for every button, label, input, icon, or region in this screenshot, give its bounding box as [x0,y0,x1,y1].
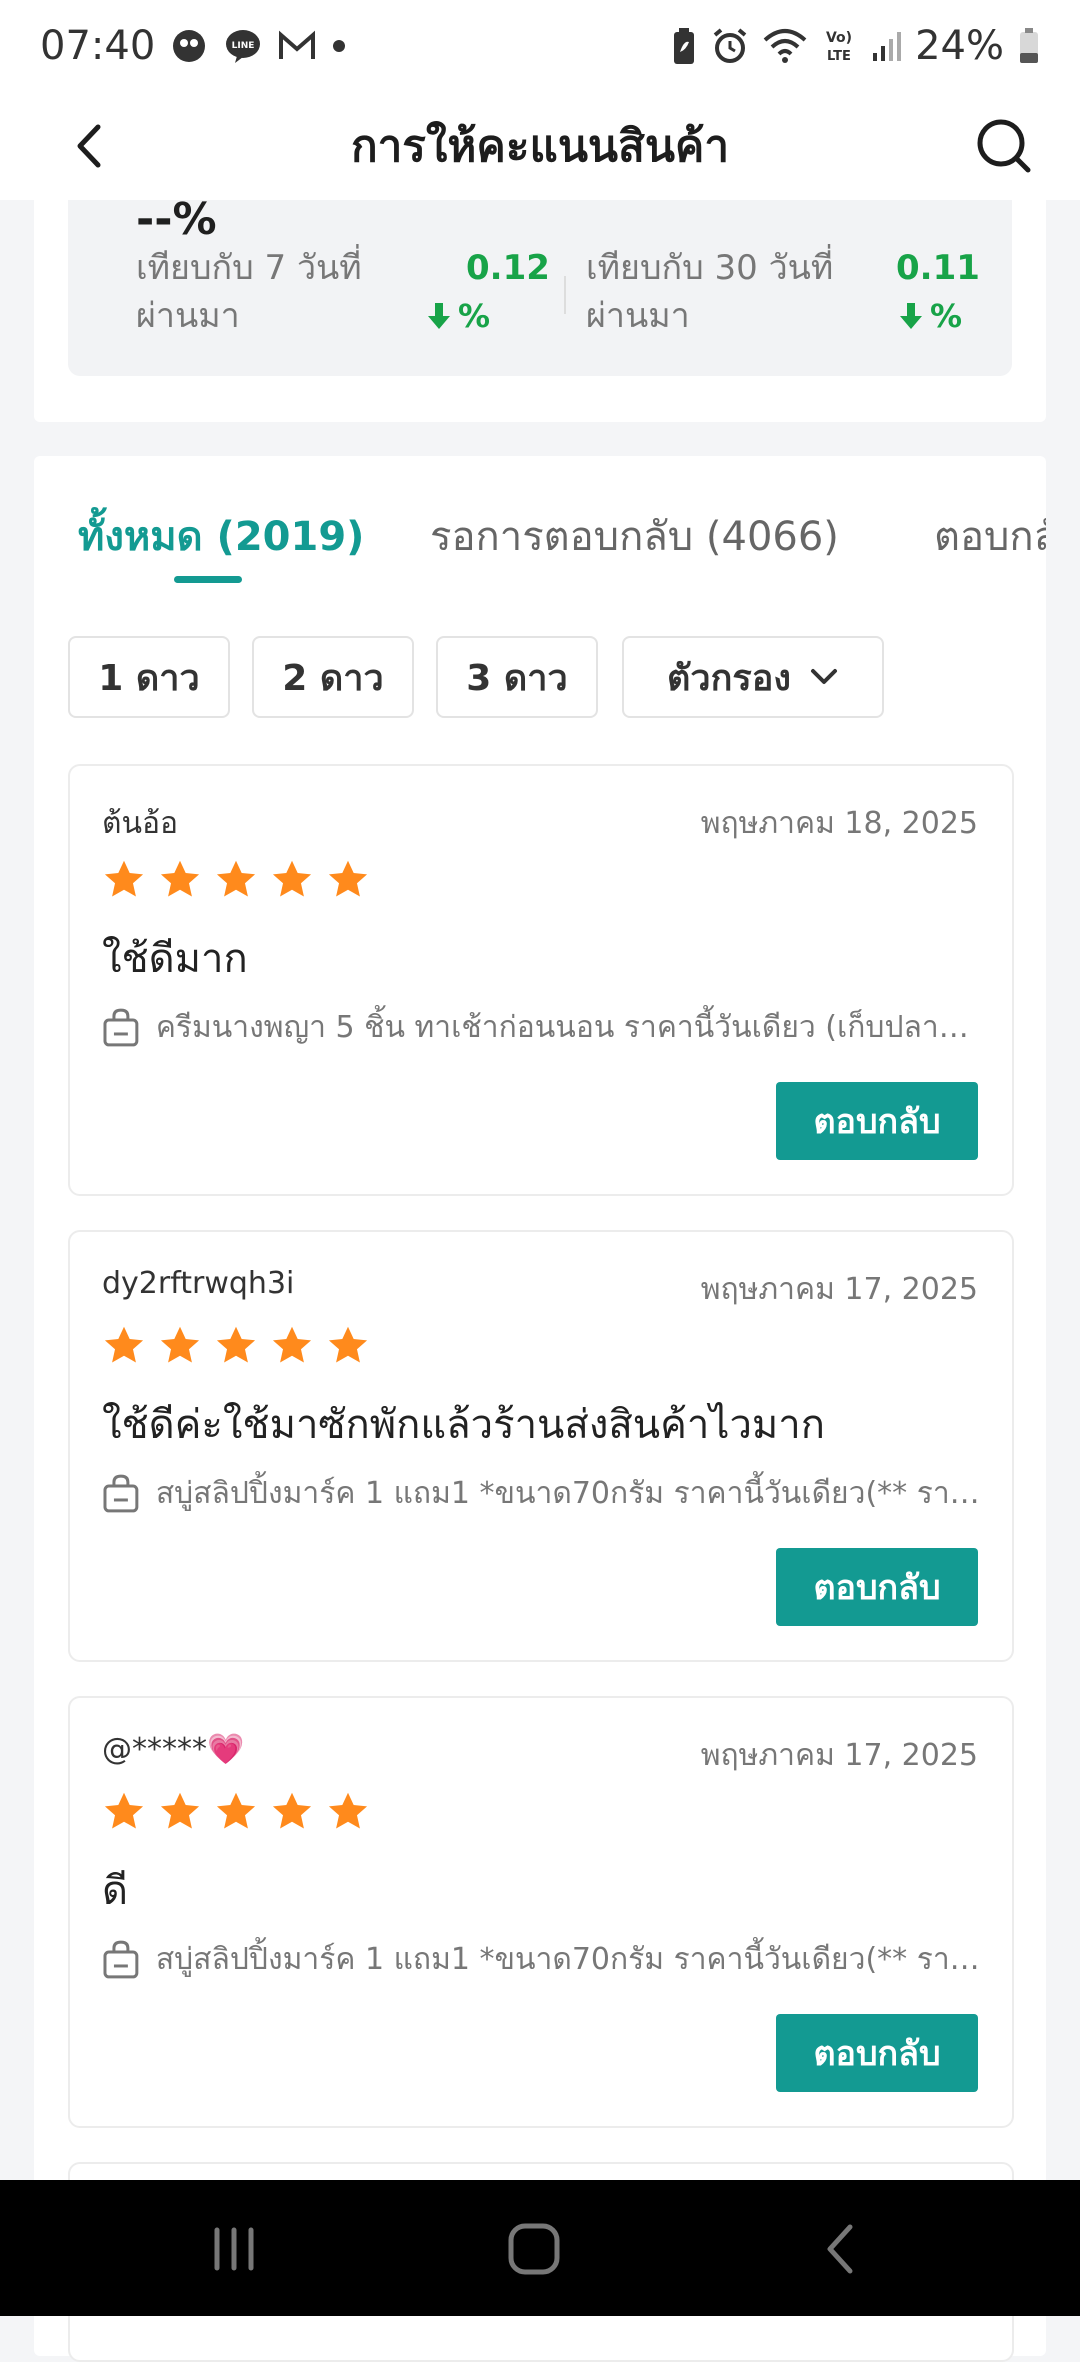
star-icon [160,1326,200,1363]
alarm-icon [711,27,749,65]
compare-7-unit: % [458,297,491,335]
review-product-name: สบู่สลิปปิ้งมาร์ค 1 แถม1 *ขนาด70กรัม ราค… [155,1942,982,1977]
filter-2-star[interactable]: 2 ดาว [252,636,414,718]
dot-icon [331,38,347,54]
star-icon [160,860,200,897]
arrow-down-icon [428,303,450,329]
game-app-icon [169,26,209,66]
star-icon [328,1792,368,1829]
star-icon [104,860,144,897]
recent-apps-button[interactable] [194,2214,274,2284]
filter-dropdown[interactable]: ตัวกรอง [622,636,884,718]
status-bar: 07:40 LINE Vo) LTE 24% [0,0,1080,92]
wifi-icon [763,28,807,64]
review-text: ใช้ดีมาก [102,936,248,982]
compare-7-value: 0.12 [466,248,550,288]
page-title: การให้คะแนนสินค้า [350,121,730,172]
filter-3-star[interactable]: 3 ดาว [436,636,598,718]
filter-1-star[interactable]: 1 ดาว [68,636,230,718]
review-text: ใช้ดีค่ะใช้มาซักพักแล้วร้านส่งสินค้าไวมา… [102,1402,825,1448]
review-product-name: สบู่สลิปปิ้งมาร์ค 1 แถม1 *ขนาด70กรัม ราค… [155,1476,982,1511]
review-card: ต้นอ้อ พฤษภาคม 18, 2025 ใช้ดีมาก ครีมนาง… [68,764,1014,1196]
compare-7-days: เทียบกับ 7 วันที่ผ่านมา 0.12 % [136,244,556,340]
review-product-name: ครีมนางพญา 5 ชิ้น ทาเช้าก่อนนอน ราคานี้ว… [155,1010,982,1045]
overall-rate: --% [136,194,217,245]
app-bar: การให้คะแนนสินค้า [0,92,1080,200]
compare-30-days: เทียบกับ 30 วันที่ผ่านมา 0.11 % [586,244,1006,340]
volte-icon: Vo) LTE [821,26,857,66]
star-icon [216,860,256,897]
review-stars [102,1790,370,1834]
review-card: @*****💗 พฤษภาคม 17, 2025 ดี สบู่สลิปปิ้ง… [68,1696,1014,2128]
battery-icon [1018,27,1040,65]
svg-text:Vo): Vo) [826,30,852,46]
home-icon [508,2223,560,2275]
battery-saver-icon [671,26,697,66]
review-product[interactable]: สบู่สลิปปิ้งมาร์ค 1 แถม1 *ขนาด70กรัม ราค… [102,1936,982,1983]
chevron-down-icon [810,669,837,684]
star-icon [160,1792,200,1829]
review-date: พฤษภาคม 17, 2025 [700,1738,978,1773]
arrow-down-icon [900,303,922,329]
review-product[interactable]: สบู่สลิปปิ้งมาร์ค 1 แถม1 *ขนาด70กรัม ราค… [102,1470,982,1517]
chevron-left-icon [77,124,101,168]
compare-7-label: เทียบกับ 7 วันที่ผ่านมา [136,248,362,336]
shopping-bag-icon [103,1474,139,1512]
compare-30-label: เทียบกับ 30 วันที่ผ่านมา [586,248,834,336]
line-icon: LINE [223,26,263,66]
review-text: ดี [102,1868,128,1914]
back-button[interactable] [58,114,122,178]
review-stars [102,858,370,902]
compare-30-unit: % [930,297,963,335]
rating-metrics: --% เทียบกับ 7 วันที่ผ่านมา 0.12 % เทียบ… [68,194,1012,376]
svg-text:LINE: LINE [232,41,255,51]
tab-all[interactable]: ทั้งหมด (2019) [78,504,364,568]
signal-icon [871,29,902,63]
star-icon [272,1792,312,1829]
review-stars [102,1324,370,1368]
active-tab-indicator [174,576,242,583]
star-icon [104,1792,144,1829]
search-icon [977,119,1031,173]
shopping-bag-icon [103,1008,139,1046]
battery-percent: 24% [915,23,1004,69]
search-button[interactable] [968,110,1040,182]
reviews-card: ทั้งหมด (2019) รอการตอบกลับ (4066) ตอบกล… [34,456,1046,2362]
reply-button[interactable]: ตอบกลับ [776,1548,978,1626]
compare-30-value: 0.11 [896,248,980,288]
back-nav-button[interactable] [800,2214,880,2284]
star-icon [272,860,312,897]
home-button[interactable] [494,2214,574,2284]
metric-divider [564,276,566,314]
review-author: dy2rftrwqh3i [102,1266,295,1301]
filter-dropdown-label: ตัวกรอง [667,657,791,699]
review-tabs: ทั้งหมด (2019) รอการตอบกลับ (4066) ตอบกล… [34,456,1046,596]
review-product[interactable]: ครีมนางพญา 5 ชิ้น ทาเช้าก่อนนอน ราคานี้ว… [102,1004,982,1051]
compare-7-trend: % [426,292,490,340]
recent-apps-icon [214,2227,254,2271]
star-icon [328,1326,368,1363]
star-icon [216,1326,256,1363]
system-nav-bar [0,2180,1080,2316]
rating-summary-card: --% เทียบกับ 7 วันที่ผ่านมา 0.12 % เทียบ… [34,194,1046,422]
shopping-bag-icon [103,1940,139,1978]
review-date: พฤษภาคม 18, 2025 [700,806,978,841]
status-time: 07:40 [40,23,156,69]
tab-replied[interactable]: ตอบกลับแล้ว [934,504,1046,568]
star-icon [272,1326,312,1363]
review-card: dy2rftrwqh3i พฤษภาคม 17, 2025 ใช้ดีค่ะใช… [68,1230,1014,1662]
tab-awaiting-reply[interactable]: รอการตอบกลับ (4066) [430,504,839,568]
star-icon [216,1792,256,1829]
compare-30-trend: % [898,292,962,340]
review-author: @*****💗 [102,1732,245,1767]
review-author: ต้นอ้อ [102,806,179,841]
reply-button[interactable]: ตอบกลับ [776,1082,978,1160]
star-icon [104,1326,144,1363]
svg-text:LTE: LTE [827,49,851,64]
reply-button[interactable]: ตอบกลับ [776,2014,978,2092]
review-date: พฤษภาคม 17, 2025 [700,1272,978,1307]
star-icon [328,860,368,897]
gmail-icon [277,29,317,63]
back-nav-icon [827,2224,853,2274]
